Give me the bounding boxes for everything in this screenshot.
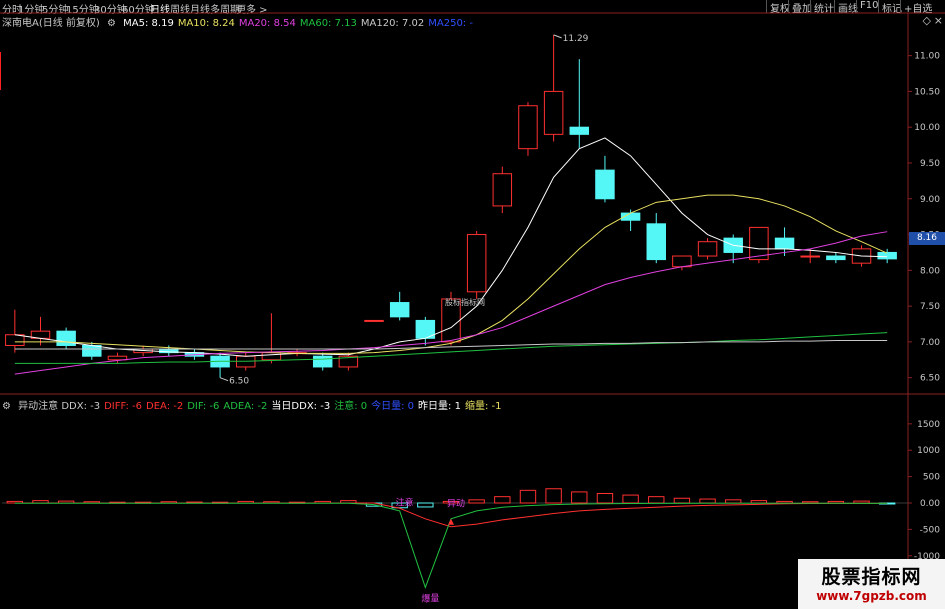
candle-body [569, 126, 590, 135]
ddx-bar [596, 493, 614, 504]
candle-body [261, 352, 282, 361]
ddx-bar [699, 498, 716, 504]
ddx-bar [648, 496, 665, 504]
candle-body [82, 344, 102, 357]
ddx-bar [417, 502, 434, 508]
chart-canvas[interactable]: 11.0010.5010.009.509.008.508.007.507.006… [0, 0, 945, 609]
ddx-bar [468, 499, 485, 504]
low-pointer [219, 377, 229, 382]
y-tick-label: 10.50 [914, 87, 940, 97]
sub-y-tick-label: 500 [923, 473, 940, 483]
ddx-bar [494, 496, 511, 504]
candle-body [646, 223, 666, 261]
site-watermark: 股票指标网 www.7gpzb.com [798, 559, 945, 609]
ddx-bar [776, 500, 793, 504]
candle-body [492, 173, 513, 207]
y-tick-label: 7.50 [920, 302, 940, 312]
candle-body [826, 255, 846, 261]
ddx-bar [673, 497, 691, 504]
candle-body [595, 169, 615, 200]
ddx-bar [545, 488, 562, 504]
candle-body [5, 334, 25, 346]
up-arrow-icon [448, 518, 454, 525]
candle-body [672, 255, 692, 268]
ddx-bar [827, 500, 845, 504]
ddx-bar [519, 489, 537, 504]
current-price-tag: 8.16 [909, 232, 945, 245]
candle-body [543, 90, 564, 135]
ddx-bar [750, 500, 768, 504]
y-tick-label: 10.00 [914, 123, 940, 133]
center-watermark: 股标指标网 [445, 297, 485, 307]
ddx-bar [725, 499, 742, 504]
candle-body [877, 251, 897, 260]
ddx-bar [622, 494, 639, 504]
y-tick-label: 11.00 [914, 52, 940, 62]
watermark-url: www.7gpzb.com [816, 589, 927, 603]
sub-y-tick-label: -500 [920, 525, 941, 535]
sub-y-tick-label: 1000 [917, 446, 940, 456]
sub-y-tick-label: 1500 [917, 420, 940, 430]
ddx-bar [571, 491, 588, 504]
signal-annotation: 异动 [447, 498, 465, 509]
y-tick-label: 8.00 [920, 266, 940, 276]
candle-body [364, 319, 384, 322]
signal-annotation: 爆量 [421, 592, 439, 604]
candle-body [56, 330, 76, 346]
y-tick-label: 7.00 [920, 338, 940, 348]
candle-body [697, 241, 718, 257]
sub-y-tick-label: 0.00 [920, 499, 940, 509]
low-label: 6.50 [229, 377, 249, 387]
candle-body [312, 355, 333, 368]
y-tick-label: 6.50 [920, 374, 940, 384]
candle-body [389, 302, 410, 318]
indicator-line [14, 502, 888, 589]
candle-body [800, 255, 820, 258]
high-label: 11.29 [563, 34, 589, 44]
candle-body [466, 234, 487, 293]
candle-body [107, 355, 128, 361]
ddx-bar [853, 500, 870, 504]
watermark-title: 股票指标网 [821, 566, 922, 588]
candle-body [518, 105, 538, 150]
y-tick-label: 9.50 [920, 159, 940, 169]
y-tick-label: 9.00 [920, 195, 940, 205]
high-pointer [553, 34, 562, 39]
signal-annotation: 注意 [396, 496, 414, 508]
candle-body [774, 237, 795, 250]
